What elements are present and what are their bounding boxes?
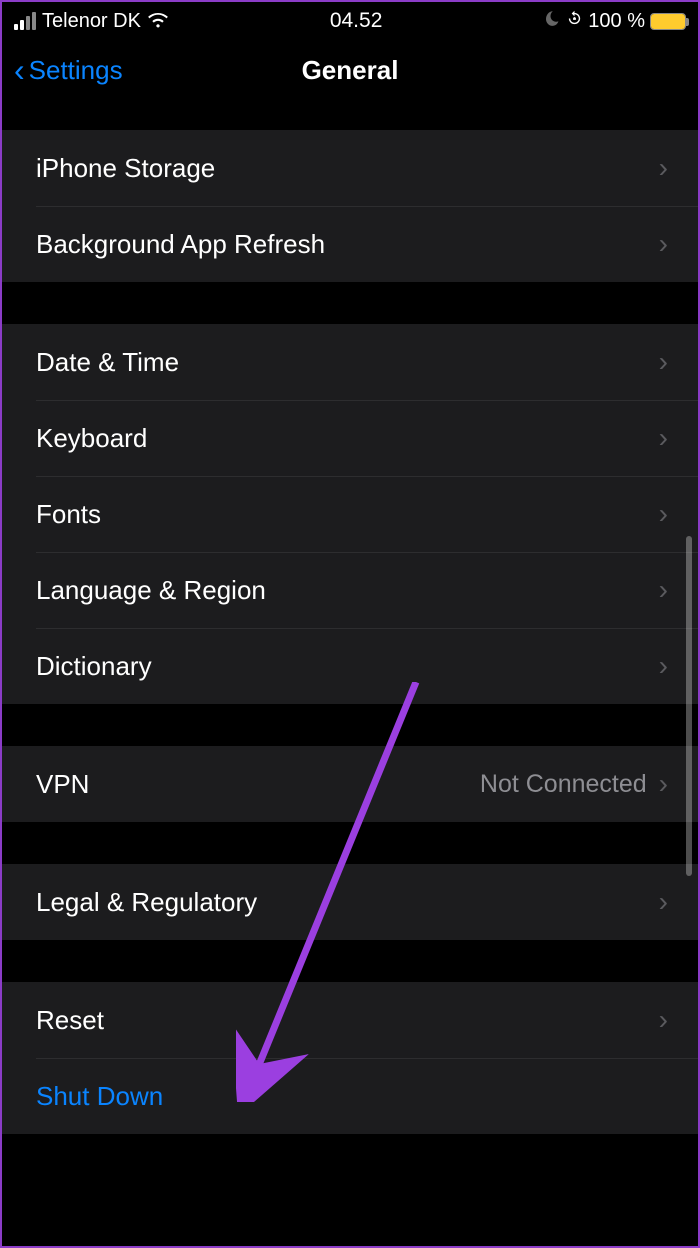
row-detail: Not Connected bbox=[480, 770, 647, 799]
status-bar: Telenor DK 04.52 100 % bbox=[2, 2, 698, 40]
chevron-right-icon: › bbox=[659, 422, 668, 454]
row-label: VPN bbox=[36, 769, 480, 800]
chevron-right-icon: › bbox=[659, 1004, 668, 1036]
chevron-right-icon: › bbox=[659, 152, 668, 184]
back-button[interactable]: ‹ Settings bbox=[14, 54, 123, 86]
chevron-right-icon: › bbox=[659, 574, 668, 606]
status-bar-right: 100 % bbox=[543, 9, 686, 33]
do-not-disturb-icon bbox=[543, 9, 561, 33]
chevron-right-icon: › bbox=[659, 498, 668, 530]
row-label: Legal & Regulatory bbox=[36, 887, 659, 918]
settings-row-date-time[interactable]: Date & Time› bbox=[2, 324, 698, 400]
battery-percent-label: 100 % bbox=[588, 10, 645, 33]
chevron-left-icon: ‹ bbox=[14, 54, 25, 86]
orientation-lock-icon bbox=[566, 10, 583, 32]
settings-group: iPhone Storage›Background App Refresh› bbox=[2, 130, 698, 282]
back-label: Settings bbox=[29, 55, 123, 86]
row-label: Language & Region bbox=[36, 575, 659, 606]
settings-group: Reset› Shut Down bbox=[2, 982, 698, 1134]
settings-row-legal-regulatory[interactable]: Legal & Regulatory› bbox=[2, 864, 698, 940]
settings-content: iPhone Storage›Background App Refresh›Da… bbox=[2, 130, 698, 1134]
wifi-icon bbox=[147, 13, 169, 29]
settings-row-reset[interactable]: Reset› bbox=[2, 982, 698, 1058]
chevron-right-icon: › bbox=[659, 650, 668, 682]
row-label: Background App Refresh bbox=[36, 229, 659, 260]
settings-row-fonts[interactable]: Fonts› bbox=[2, 476, 698, 552]
row-label: Reset bbox=[36, 1005, 659, 1036]
scroll-indicator[interactable] bbox=[686, 536, 692, 876]
chevron-right-icon: › bbox=[659, 768, 668, 800]
settings-row-vpn[interactable]: VPNNot Connected › bbox=[2, 746, 698, 822]
settings-group: Date & Time›Keyboard›Fonts›Language & Re… bbox=[2, 324, 698, 704]
row-label: iPhone Storage bbox=[36, 153, 659, 184]
chevron-right-icon: › bbox=[659, 346, 668, 378]
cellular-signal-icon bbox=[14, 12, 36, 30]
settings-row-keyboard[interactable]: Keyboard› bbox=[2, 400, 698, 476]
row-label: Fonts bbox=[36, 499, 659, 530]
row-label: Shut Down bbox=[36, 1081, 668, 1112]
settings-row-iphone-storage[interactable]: iPhone Storage› bbox=[2, 130, 698, 206]
status-bar-time: 04.52 bbox=[330, 9, 383, 33]
row-label: Dictionary bbox=[36, 651, 659, 682]
settings-group: VPNNot Connected › bbox=[2, 746, 698, 822]
settings-row-language-region[interactable]: Language & Region› bbox=[2, 552, 698, 628]
row-label: Date & Time bbox=[36, 347, 659, 378]
settings-row-background-app-refresh[interactable]: Background App Refresh› bbox=[2, 206, 698, 282]
chevron-right-icon: › bbox=[659, 886, 668, 918]
row-label: Keyboard bbox=[36, 423, 659, 454]
status-bar-left: Telenor DK bbox=[14, 10, 169, 33]
navigation-bar: ‹ Settings General bbox=[2, 40, 698, 100]
settings-row-dictionary[interactable]: Dictionary› bbox=[2, 628, 698, 704]
settings-group: Legal & Regulatory› bbox=[2, 864, 698, 940]
settings-row-shut-down[interactable]: Shut Down bbox=[2, 1058, 698, 1134]
chevron-right-icon: › bbox=[659, 228, 668, 260]
page-title: General bbox=[302, 55, 399, 86]
battery-icon bbox=[650, 13, 686, 30]
carrier-label: Telenor DK bbox=[42, 10, 141, 33]
